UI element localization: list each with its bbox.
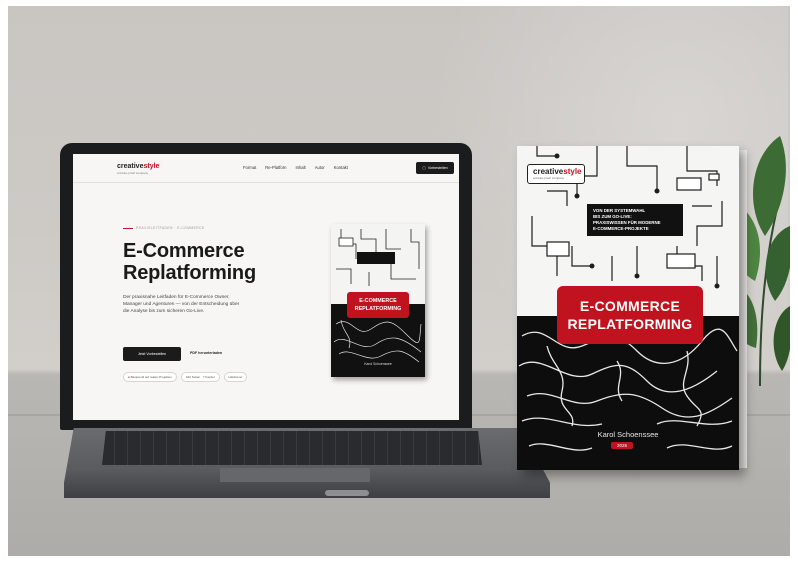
feature-badges: ● Basierend auf realen Projekten 160 Sei… xyxy=(123,372,248,382)
hero-title-line1: E-Commerce xyxy=(123,240,245,262)
preorder-nav-button[interactable]: ▢ Vorbestellen xyxy=(416,162,454,174)
book-cover-thumbnail: E-COMMERCE REPLATFORMING Karol Schoensse… xyxy=(331,224,425,377)
hero-title-line2: Replatforming xyxy=(123,262,256,284)
laptop-hinge-notch xyxy=(325,490,369,496)
preorder-nav-label: Vorbestellen xyxy=(427,166,448,170)
book-cover: creativestyle a future-proof company VON… xyxy=(517,146,739,470)
mini-book-author: Karol Schoenssee xyxy=(364,362,392,366)
hero-description: Der praxisnahe Leitfaden für E-Commerce … xyxy=(123,295,240,314)
hero-eyebrow: PRAXISLEITFADEN · E-COMMERCE xyxy=(123,226,205,230)
book-year: 2026 xyxy=(611,442,633,449)
cart-icon: ▢ xyxy=(422,166,426,170)
hero-title: E-Commerce Replatforming xyxy=(123,240,256,284)
preorder-button[interactable]: Jetzt Vorbestellen xyxy=(123,347,181,361)
book-subtitle: VON DER SYSTEMWAHL BIS ZUM GO-LIVE: PRAX… xyxy=(587,204,683,236)
nav-item-kontakt[interactable]: Kontakt xyxy=(334,165,348,170)
site-logo[interactable]: creativestyle xyxy=(117,163,159,170)
site-header: creativestyle a future-proof company For… xyxy=(73,154,459,183)
badge-projects: ● Basierend auf realen Projekten xyxy=(123,372,177,382)
badge-hardcover: Hardcover xyxy=(223,372,248,382)
badge-pages: 160 Seiten · 7 Kapitel xyxy=(180,372,220,382)
mini-book-title: E-COMMERCE REPLATFORMING xyxy=(347,292,409,318)
nav-item-inhalt[interactable]: Inhalt xyxy=(295,165,305,170)
laptop-trackpad xyxy=(220,468,370,482)
hardcover-book: creativestyle a future-proof company VON… xyxy=(517,146,741,470)
nav-item-autor[interactable]: Autor xyxy=(315,165,325,170)
site-logo-tagline: a future-proof company xyxy=(117,171,149,175)
book-title: E-COMMERCE REPLATFORMING xyxy=(557,286,703,344)
laptop-display: creativestyle a future-proof company For… xyxy=(73,154,459,420)
nav-item-replatforming[interactable]: Re-Platforn xyxy=(265,165,286,170)
book-author: Karol Schoenssee xyxy=(597,430,659,439)
nav-item-format[interactable]: Format xyxy=(243,165,256,170)
book-logo: creativestyle a future-proof company xyxy=(527,164,585,184)
site-nav: Format Re-Platforn Inhalt Autor Kontakt xyxy=(243,165,348,170)
laptop-keyboard xyxy=(102,431,482,465)
pdf-download-link[interactable]: PDF herunterladen xyxy=(190,351,222,355)
